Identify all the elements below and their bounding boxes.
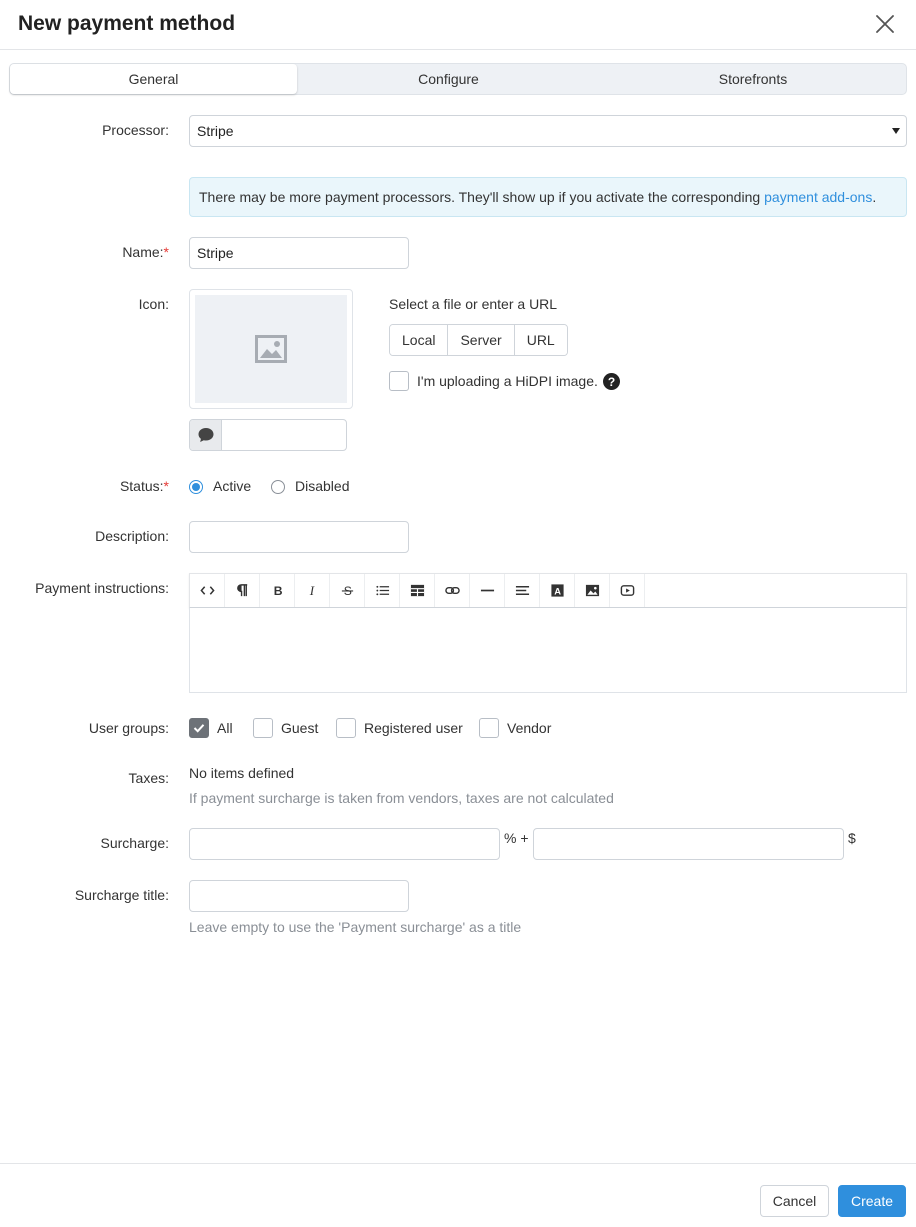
user-group-guest-checkbox[interactable] <box>253 718 273 738</box>
svg-text:I: I <box>308 583 314 598</box>
user-group-all-checkbox[interactable] <box>189 718 209 738</box>
svg-text:B: B <box>273 584 282 598</box>
close-icon[interactable] <box>874 13 896 35</box>
currency-suffix: $ <box>848 830 856 846</box>
surcharge-percent-input[interactable] <box>189 828 500 860</box>
dialog-title: New payment method <box>18 12 236 35</box>
tab-general[interactable]: General <box>10 64 297 94</box>
help-icon[interactable]: ? <box>603 373 620 390</box>
align-icon[interactable] <box>505 574 540 607</box>
user-group-registered-label: Registered user <box>364 720 463 736</box>
icon-preview <box>189 289 353 409</box>
payment-instructions-editor[interactable] <box>189 608 907 693</box>
bold-icon[interactable]: B <box>260 574 295 607</box>
name-label: Name:* <box>122 244 169 260</box>
tab-configure[interactable]: Configure <box>297 64 600 94</box>
status-disabled-label: Disabled <box>295 478 350 494</box>
video-icon[interactable] <box>610 574 645 607</box>
required-mark: * <box>163 244 169 260</box>
payment-instructions-label: Payment instructions: <box>35 580 169 596</box>
required-mark: * <box>163 478 169 494</box>
notice-text: There may be more payment processors. Th… <box>199 189 761 205</box>
icon-placeholder <box>195 295 347 403</box>
code-view-icon[interactable] <box>190 574 225 607</box>
surcharge-title-input[interactable] <box>189 880 409 912</box>
user-groups-label: User groups: <box>88 720 169 736</box>
status-active-radio[interactable] <box>189 480 203 494</box>
svg-text:A: A <box>554 586 561 596</box>
surcharge-label: Surcharge: <box>100 835 169 851</box>
user-group-all-label: All <box>217 720 233 736</box>
taxes-label: Taxes: <box>128 770 169 786</box>
user-group-vendor-checkbox[interactable] <box>479 718 499 738</box>
processor-notice: There may be more payment processors. Th… <box>189 177 907 217</box>
editor-toolbar: B I S A <box>189 573 907 608</box>
name-value: Stripe <box>197 245 234 261</box>
name-label-text: Name: <box>122 244 164 260</box>
select-file-text: Select a file or enter a URL <box>389 296 558 312</box>
user-group-guest-label: Guest <box>281 720 319 736</box>
percent-suffix: % + <box>504 830 529 846</box>
user-group-registered-checkbox[interactable] <box>336 718 356 738</box>
server-button[interactable]: Server <box>448 325 515 355</box>
status-disabled-radio[interactable] <box>271 480 285 494</box>
create-button[interactable]: Create <box>838 1185 906 1217</box>
description-input[interactable] <box>189 521 409 553</box>
tab-bar: General Configure Storefronts <box>9 63 907 95</box>
comment-icon <box>190 420 222 450</box>
surcharge-amount-input[interactable] <box>533 828 844 860</box>
name-input[interactable]: Stripe <box>189 237 409 269</box>
icon-label: Icon: <box>138 296 169 312</box>
surcharge-title-hint: Leave empty to use the 'Payment surcharg… <box>189 919 522 935</box>
horizontal-rule-icon[interactable] <box>470 574 505 607</box>
link-icon[interactable] <box>435 574 470 607</box>
taxes-hint: If payment surcharge is taken from vendo… <box>189 790 614 806</box>
table-icon[interactable] <box>400 574 435 607</box>
paragraph-icon[interactable] <box>225 574 260 607</box>
alt-text-field[interactable] <box>189 419 347 451</box>
description-label: Description: <box>95 528 169 544</box>
local-button[interactable]: Local <box>390 325 449 355</box>
icon-source-group: Local Server URL <box>389 324 568 356</box>
status-active-label: Active <box>213 478 252 494</box>
payment-addons-link[interactable]: payment add-ons <box>764 189 872 205</box>
font-color-icon[interactable]: A <box>540 574 575 607</box>
surcharge-title-label: Surcharge title: <box>74 887 169 903</box>
image-icon[interactable] <box>575 574 610 607</box>
dialog-footer: Cancel Create <box>0 1163 916 1227</box>
list-icon[interactable] <box>365 574 400 607</box>
url-button[interactable]: URL <box>514 325 567 355</box>
notice-suffix: . <box>872 189 877 205</box>
taxes-value: No items defined <box>189 765 295 781</box>
user-group-vendor-label: Vendor <box>507 720 552 736</box>
caret-down-icon <box>892 128 900 134</box>
hidpi-checkbox[interactable] <box>389 371 409 391</box>
hidpi-label: I'm uploading a HiDPI image. <box>417 373 598 389</box>
strikethrough-icon[interactable]: S <box>330 574 365 607</box>
dialog-header: New payment method <box>0 0 916 50</box>
tab-storefronts[interactable]: Storefronts <box>600 64 906 94</box>
processor-select[interactable]: Stripe <box>189 115 907 147</box>
image-placeholder-icon <box>255 335 287 363</box>
check-icon <box>193 724 205 733</box>
status-label: Status:* <box>120 478 169 494</box>
status-label-text: Status: <box>119 478 164 494</box>
processor-label: Processor: <box>102 122 169 138</box>
italic-icon[interactable]: I <box>295 574 330 607</box>
processor-value: Stripe <box>197 123 234 139</box>
cancel-button[interactable]: Cancel <box>760 1185 829 1217</box>
